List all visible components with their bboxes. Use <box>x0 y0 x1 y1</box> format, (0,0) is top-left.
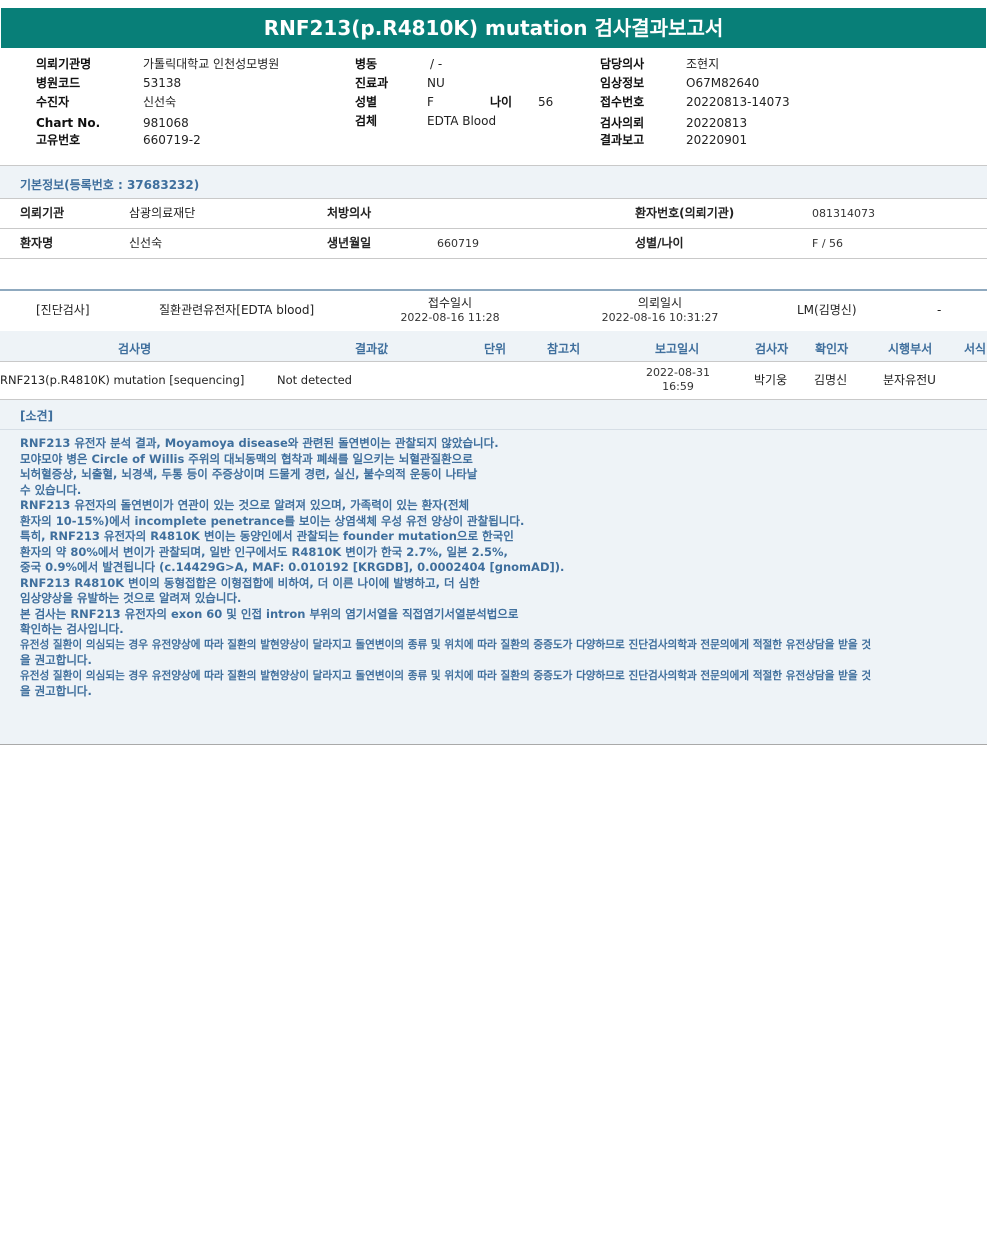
header-label: 나이 <box>490 95 513 109</box>
header-value: 20220813-14073 <box>686 95 790 109</box>
header-label: 병동 <box>355 57 378 71</box>
col-header-test-name: 검사명 <box>118 342 152 356</box>
header-label: 접수번호 <box>600 95 645 109</box>
header-label: 결과보고 <box>600 133 645 147</box>
test-result: Not detected <box>277 373 352 387</box>
header-value: / - <box>430 57 443 71</box>
header-label: 의뢰기관명 <box>36 57 92 71</box>
department-name: 분자유전U <box>883 373 936 387</box>
received-datetime: 2022-08-16 11:28 <box>400 311 500 324</box>
test-name: RNF213(p.R4810K) mutation [sequencing] <box>0 373 245 387</box>
comment-line: 뇌허혈증상, 뇌출혈, 뇌경색, 두통 등이 주증상이며 드물게 경련, 실신,… <box>20 467 478 481</box>
col-header-reference: 참고치 <box>547 342 581 356</box>
col-header-result: 결과값 <box>355 342 389 356</box>
col-header-unit: 단위 <box>484 342 507 356</box>
divider <box>0 429 987 430</box>
col-header-department: 시행부서 <box>888 342 933 356</box>
header-label: 검사의뢰 <box>600 116 645 130</box>
birthdate-value: 660719 <box>437 237 479 250</box>
tester-name: 박기웅 <box>754 373 788 387</box>
requested-label: 의뢰일시 <box>637 296 683 310</box>
col-header-tester: 검사자 <box>755 342 789 356</box>
header-value: EDTA Blood <box>427 114 497 128</box>
comment-line: 수 있습니다. <box>20 482 82 497</box>
institution-value: 삼광의료재단 <box>129 206 196 220</box>
header-label: 검체 <box>355 114 378 128</box>
exam-item: 질환관련유전자[EDTA blood] <box>159 303 315 317</box>
header-label: 고유번호 <box>36 133 81 147</box>
comment-line: 확인하는 검사입니다. <box>20 622 124 636</box>
header-value: 가톨릭대학교 인천성모병원 <box>143 57 280 71</box>
header-value: O67M82640 <box>686 76 760 90</box>
patient-number-value: 081314073 <box>812 207 875 220</box>
header-value: 56 <box>538 95 554 109</box>
divider <box>0 228 987 229</box>
comment-line: RNF213 유전자의 돌연변이가 연관이 있는 것으로 알려져 있으며, 가족… <box>20 498 470 512</box>
requested-datetime: 2022-08-16 10:31:27 <box>601 311 719 324</box>
patient-name-label: 환자명 <box>20 236 54 250</box>
comment-line: 중국 0.9%에서 발견됩니다 (c.14429G>A, MAF: 0.0101… <box>20 560 565 574</box>
header-value: F <box>427 95 434 109</box>
comment-line: RNF213 R4810K 변이의 동형접합은 이형접합에 비하여, 더 이른 … <box>20 575 480 590</box>
header-label: 담당의사 <box>600 57 645 71</box>
received-label: 접수일시 <box>427 296 473 310</box>
lab-manager: LM(김명신) <box>797 303 857 317</box>
comment-line: 을 권고합니다. <box>20 653 92 667</box>
comment-line: 임상양상을 유발하는 것으로 알려져 있습니다. <box>20 591 242 605</box>
col-header-report-date: 보고일시 <box>655 342 700 356</box>
comment-line: 유전성 질환이 의심되는 경우 유전양상에 따라 질환의 발현양상이 달라지고 … <box>20 638 872 651</box>
comment-body: RNF213 유전자 분석 결과, Moyamoya disease와 관련된 … <box>20 436 987 700</box>
report-title: RNF213(p.R4810K) mutation 검사결과보고서 <box>1 8 986 48</box>
divider <box>0 361 987 362</box>
divider <box>0 744 987 745</box>
confirmer-name: 김명신 <box>814 373 848 387</box>
comment-line: 본 검사는 RNF213 유전자의 exon 60 및 인접 intron 부위… <box>20 606 519 621</box>
col-header-form: 서식 <box>964 342 987 356</box>
header-value: 53138 <box>143 76 182 90</box>
basic-info-header: 기본정보(등록번호 : 37683232) <box>0 166 987 198</box>
header-value: 20220901 <box>686 133 748 147</box>
header-value: 조현지 <box>686 57 720 71</box>
sex-age-value: F / 56 <box>812 237 844 250</box>
header-value: NU <box>427 76 445 90</box>
doctor-label: 처방의사 <box>327 206 372 220</box>
header-value: 20220813 <box>686 116 748 130</box>
birthdate-label: 생년월일 <box>327 236 372 250</box>
header-label: 진료과 <box>355 76 389 90</box>
divider <box>0 289 987 291</box>
report-time: 16:59 <box>662 380 694 393</box>
exam-category: [진단검사] <box>36 303 90 317</box>
comment-line: 환자의 약 80%에서 변이가 관찰되며, 일반 인구에서도 R4810K 변이… <box>20 544 508 559</box>
header-value: 660719-2 <box>143 133 201 147</box>
divider <box>0 258 987 259</box>
results-table-header: 검사명 결과값 단위 참고치 보고일시 검사자 확인자 시행부서 서식 <box>0 331 987 361</box>
basic-info-title: 기본정보(등록번호 : 37683232) <box>20 178 200 192</box>
header-label: 수진자 <box>36 95 70 109</box>
header-label: Chart No. <box>36 116 101 130</box>
header-label: 임상정보 <box>600 76 645 90</box>
institution-label: 의뢰기관 <box>20 206 65 220</box>
comment-line: 유전성 질환이 의심되는 경우 유전양상에 따라 질환의 발현양상이 달라지고 … <box>20 669 872 682</box>
comment-title: [소견] <box>20 409 54 423</box>
comment-line: 을 권고합니다. <box>20 684 92 698</box>
divider <box>0 198 987 199</box>
header-label: 성별 <box>355 95 378 109</box>
lab-dash: - <box>937 303 942 317</box>
comment-line: 모야모야 병은 Circle of Willis 주위의 대뇌동맥의 협착과 폐… <box>20 451 473 466</box>
col-header-confirmer: 확인자 <box>815 342 849 356</box>
header-label: 병원코드 <box>36 76 81 90</box>
report-date: 2022-08-31 <box>646 366 710 379</box>
patient-name-value: 신선숙 <box>129 236 163 250</box>
sex-age-label: 성별/나이 <box>635 236 684 250</box>
patient-number-label: 환자번호(의뢰기관) <box>635 206 735 220</box>
comment-line: 특히, RNF213 유전자의 R4810K 변이는 동양인에서 관찰되는 fo… <box>20 529 514 543</box>
comment-line: 환자의 10-15%)에서 incomplete penetrance를 보이는… <box>20 513 525 528</box>
comment-line: RNF213 유전자 분석 결과, Moyamoya disease와 관련된 … <box>20 436 499 450</box>
header-value: 신선숙 <box>143 95 177 109</box>
header-value: 981068 <box>143 116 189 130</box>
